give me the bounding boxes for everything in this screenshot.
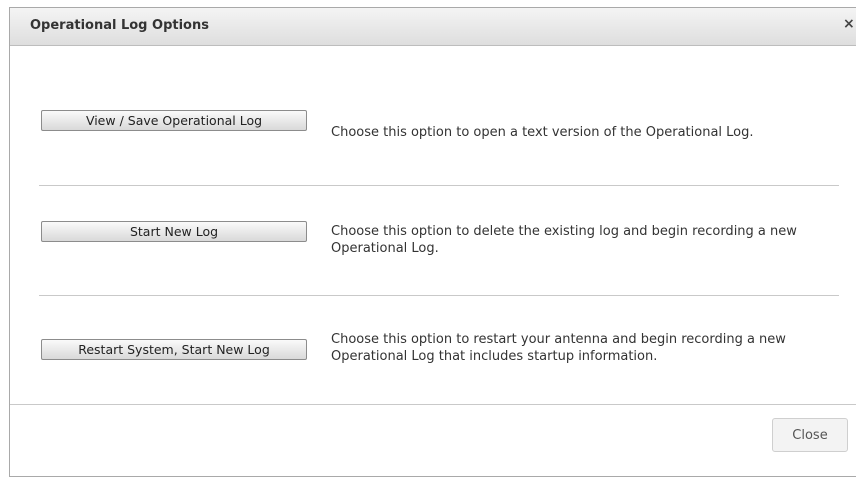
start-new-log-button[interactable]: Start New Log xyxy=(41,221,307,242)
divider xyxy=(39,185,839,186)
divider xyxy=(39,295,839,296)
restart-system-description: Choose this option to restart your anten… xyxy=(331,332,786,364)
close-button[interactable]: Close xyxy=(772,418,848,452)
footer-divider xyxy=(10,404,856,405)
operational-log-options-dialog: Operational Log Options × View / Save Op… xyxy=(9,7,856,477)
restart-system-start-new-log-button[interactable]: Restart System, Start New Log xyxy=(41,339,307,360)
dialog-title: Operational Log Options xyxy=(30,18,209,33)
view-save-log-button[interactable]: View / Save Operational Log xyxy=(41,110,307,131)
view-save-log-description: Choose this option to open a text versio… xyxy=(331,125,754,140)
start-new-log-description: Choose this option to delete the existin… xyxy=(331,224,797,256)
dialog-titlebar: Operational Log Options × xyxy=(10,8,856,46)
close-icon[interactable]: × xyxy=(843,16,855,32)
